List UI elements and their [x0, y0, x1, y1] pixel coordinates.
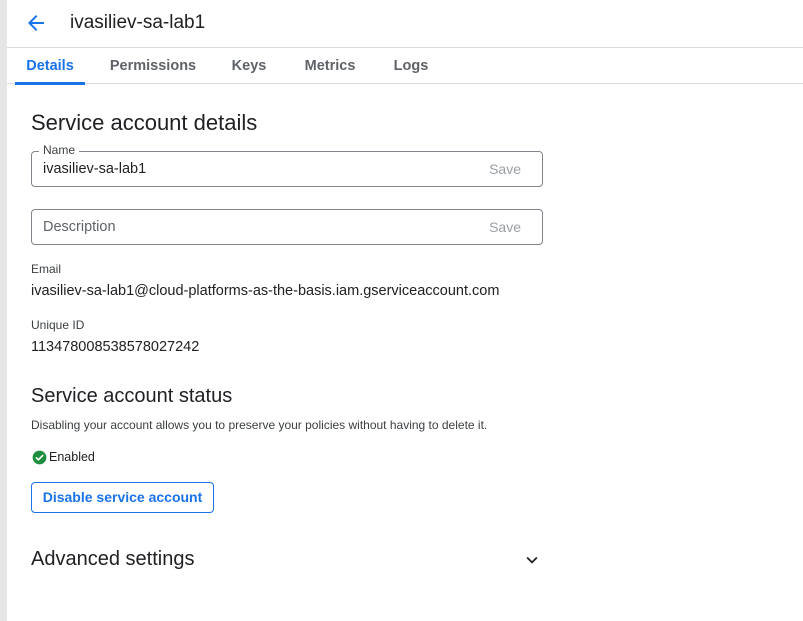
- email-value: ivasiliev-sa-lab1@cloud-platforms-as-the…: [31, 283, 500, 299]
- description-placeholder[interactable]: Description: [43, 219, 116, 236]
- unique-id-value: 113478008538578027242: [31, 339, 200, 355]
- back-button[interactable]: [24, 11, 48, 35]
- status-helper-text: Disabling your account allows you to pre…: [31, 418, 488, 432]
- disable-service-account-button[interactable]: Disable service account: [31, 482, 214, 513]
- tab-details[interactable]: Details: [15, 48, 85, 85]
- check-circle-icon: [32, 450, 47, 465]
- name-field[interactable]: Name ivasiliev-sa-lab1 Save: [31, 143, 543, 187]
- name-field-label: Name: [39, 143, 80, 157]
- status-section-title: Service account status: [31, 385, 233, 407]
- tab-metrics[interactable]: Metrics: [295, 48, 365, 84]
- tab-bar: Details Permissions Keys Metrics Logs: [7, 47, 803, 85]
- tab-logs[interactable]: Logs: [385, 48, 437, 84]
- name-save-button[interactable]: Save: [489, 161, 521, 178]
- status-badge: Enabled: [32, 449, 95, 465]
- email-label: Email: [31, 262, 62, 276]
- description-field[interactable]: Description Save: [31, 209, 543, 245]
- tab-keys[interactable]: Keys: [223, 48, 275, 84]
- tab-permissions[interactable]: Permissions: [103, 48, 203, 84]
- arrow-left-icon: [28, 15, 44, 31]
- page-title: ivasiliev-sa-lab1: [70, 12, 206, 33]
- unique-id-label: Unique ID: [31, 318, 85, 332]
- advanced-settings-toggle[interactable]: Advanced settings: [31, 545, 543, 575]
- service-account-page: ivasiliev-sa-lab1 Details Permissions Ke…: [0, 0, 803, 621]
- description-save-button[interactable]: Save: [489, 219, 521, 236]
- name-input-value[interactable]: ivasiliev-sa-lab1: [43, 161, 146, 178]
- details-section-title: Service account details: [31, 110, 258, 135]
- status-label: Enabled: [49, 449, 95, 464]
- page-header: ivasiliev-sa-lab1: [7, 0, 803, 46]
- chevron-down-icon[interactable]: [521, 549, 543, 571]
- advanced-settings-title: Advanced settings: [31, 548, 195, 570]
